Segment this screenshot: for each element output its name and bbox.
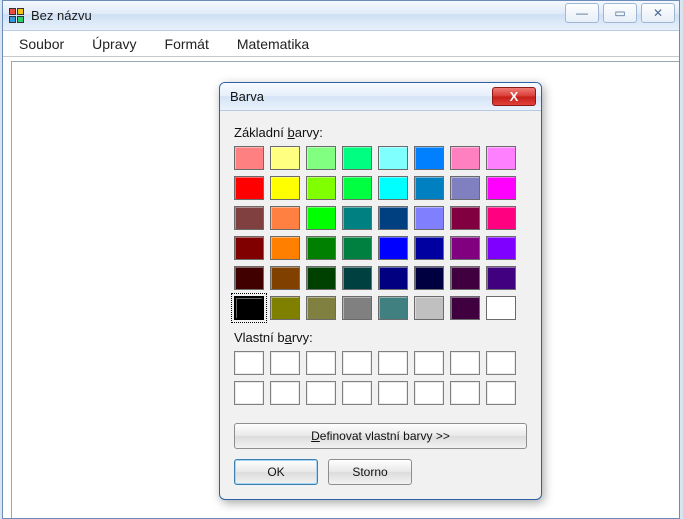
basic-colors-label: Základní barvy: (234, 125, 527, 140)
custom-color-slot[interactable] (306, 351, 336, 375)
cancel-button[interactable]: Storno (328, 459, 412, 485)
color-swatch[interactable] (450, 146, 480, 170)
color-swatch[interactable] (342, 266, 372, 290)
color-swatch[interactable] (378, 206, 408, 230)
color-swatch[interactable] (486, 176, 516, 200)
color-dialog: Barva X Základní barvy: Vlastní barvy: D… (219, 82, 542, 500)
color-swatch[interactable] (414, 176, 444, 200)
dialog-close-button[interactable]: X (492, 87, 536, 106)
color-swatch[interactable] (306, 146, 336, 170)
custom-color-slot[interactable] (450, 381, 480, 405)
color-swatch[interactable] (450, 266, 480, 290)
color-swatch[interactable] (306, 236, 336, 260)
color-swatch[interactable] (378, 176, 408, 200)
color-swatch[interactable] (306, 296, 336, 320)
dialog-title: Barva (230, 89, 264, 104)
dialog-titlebar[interactable]: Barva X (220, 83, 541, 111)
app-icon (9, 8, 25, 24)
color-swatch[interactable] (486, 296, 516, 320)
custom-color-slot[interactable] (306, 381, 336, 405)
color-swatch[interactable] (234, 206, 264, 230)
titlebar: Bez názvu — ▭ ✕ (3, 1, 679, 31)
color-swatch[interactable] (270, 296, 300, 320)
color-swatch[interactable] (450, 236, 480, 260)
menu-math[interactable]: Matematika (231, 34, 315, 54)
menu-format[interactable]: Formát (159, 34, 215, 54)
color-swatch[interactable] (342, 146, 372, 170)
dialog-actions: OK Storno (234, 459, 527, 485)
minimize-button[interactable]: — (565, 3, 599, 23)
color-swatch[interactable] (234, 296, 264, 320)
color-swatch[interactable] (306, 266, 336, 290)
color-swatch[interactable] (270, 266, 300, 290)
custom-color-slot[interactable] (414, 381, 444, 405)
menu-file[interactable]: Soubor (13, 34, 70, 54)
color-swatch[interactable] (450, 206, 480, 230)
color-swatch[interactable] (486, 146, 516, 170)
color-swatch[interactable] (414, 146, 444, 170)
window-controls: — ▭ ✕ (565, 3, 675, 23)
custom-color-slot[interactable] (234, 381, 264, 405)
color-swatch[interactable] (342, 176, 372, 200)
color-swatch[interactable] (486, 236, 516, 260)
custom-colors-label: Vlastní barvy: (234, 330, 527, 345)
color-swatch[interactable] (378, 266, 408, 290)
color-swatch[interactable] (414, 266, 444, 290)
custom-colors-grid (234, 351, 527, 405)
menu-edit[interactable]: Úpravy (86, 34, 142, 54)
custom-color-slot[interactable] (342, 381, 372, 405)
color-swatch[interactable] (378, 236, 408, 260)
color-swatch[interactable] (450, 296, 480, 320)
custom-color-slot[interactable] (270, 381, 300, 405)
color-swatch[interactable] (414, 236, 444, 260)
color-swatch[interactable] (270, 236, 300, 260)
custom-color-slot[interactable] (486, 381, 516, 405)
color-swatch[interactable] (342, 206, 372, 230)
color-swatch[interactable] (234, 266, 264, 290)
color-swatch[interactable] (234, 176, 264, 200)
color-swatch[interactable] (270, 206, 300, 230)
color-swatch[interactable] (486, 266, 516, 290)
color-swatch[interactable] (450, 176, 480, 200)
color-swatch[interactable] (270, 146, 300, 170)
custom-color-slot[interactable] (450, 351, 480, 375)
custom-color-slot[interactable] (486, 351, 516, 375)
custom-color-slot[interactable] (378, 351, 408, 375)
color-swatch[interactable] (414, 296, 444, 320)
color-swatch[interactable] (234, 146, 264, 170)
color-swatch[interactable] (414, 206, 444, 230)
custom-color-slot[interactable] (378, 381, 408, 405)
color-swatch[interactable] (234, 236, 264, 260)
window-title: Bez názvu (31, 8, 92, 23)
color-swatch[interactable] (270, 176, 300, 200)
color-swatch[interactable] (342, 236, 372, 260)
color-swatch[interactable] (378, 146, 408, 170)
define-custom-colors-button[interactable]: Definovat vlastní barvy >> (234, 423, 527, 449)
basic-colors-grid (234, 146, 527, 320)
menubar: Soubor Úpravy Formát Matematika (3, 31, 679, 57)
custom-color-slot[interactable] (270, 351, 300, 375)
maximize-button[interactable]: ▭ (603, 3, 637, 23)
color-swatch[interactable] (306, 176, 336, 200)
custom-color-slot[interactable] (342, 351, 372, 375)
ok-button[interactable]: OK (234, 459, 318, 485)
color-swatch[interactable] (378, 296, 408, 320)
custom-color-slot[interactable] (234, 351, 264, 375)
color-swatch[interactable] (342, 296, 372, 320)
custom-color-slot[interactable] (414, 351, 444, 375)
close-button[interactable]: ✕ (641, 3, 675, 23)
color-swatch[interactable] (486, 206, 516, 230)
dialog-body: Základní barvy: Vlastní barvy: Definovat… (220, 111, 541, 499)
color-swatch[interactable] (306, 206, 336, 230)
